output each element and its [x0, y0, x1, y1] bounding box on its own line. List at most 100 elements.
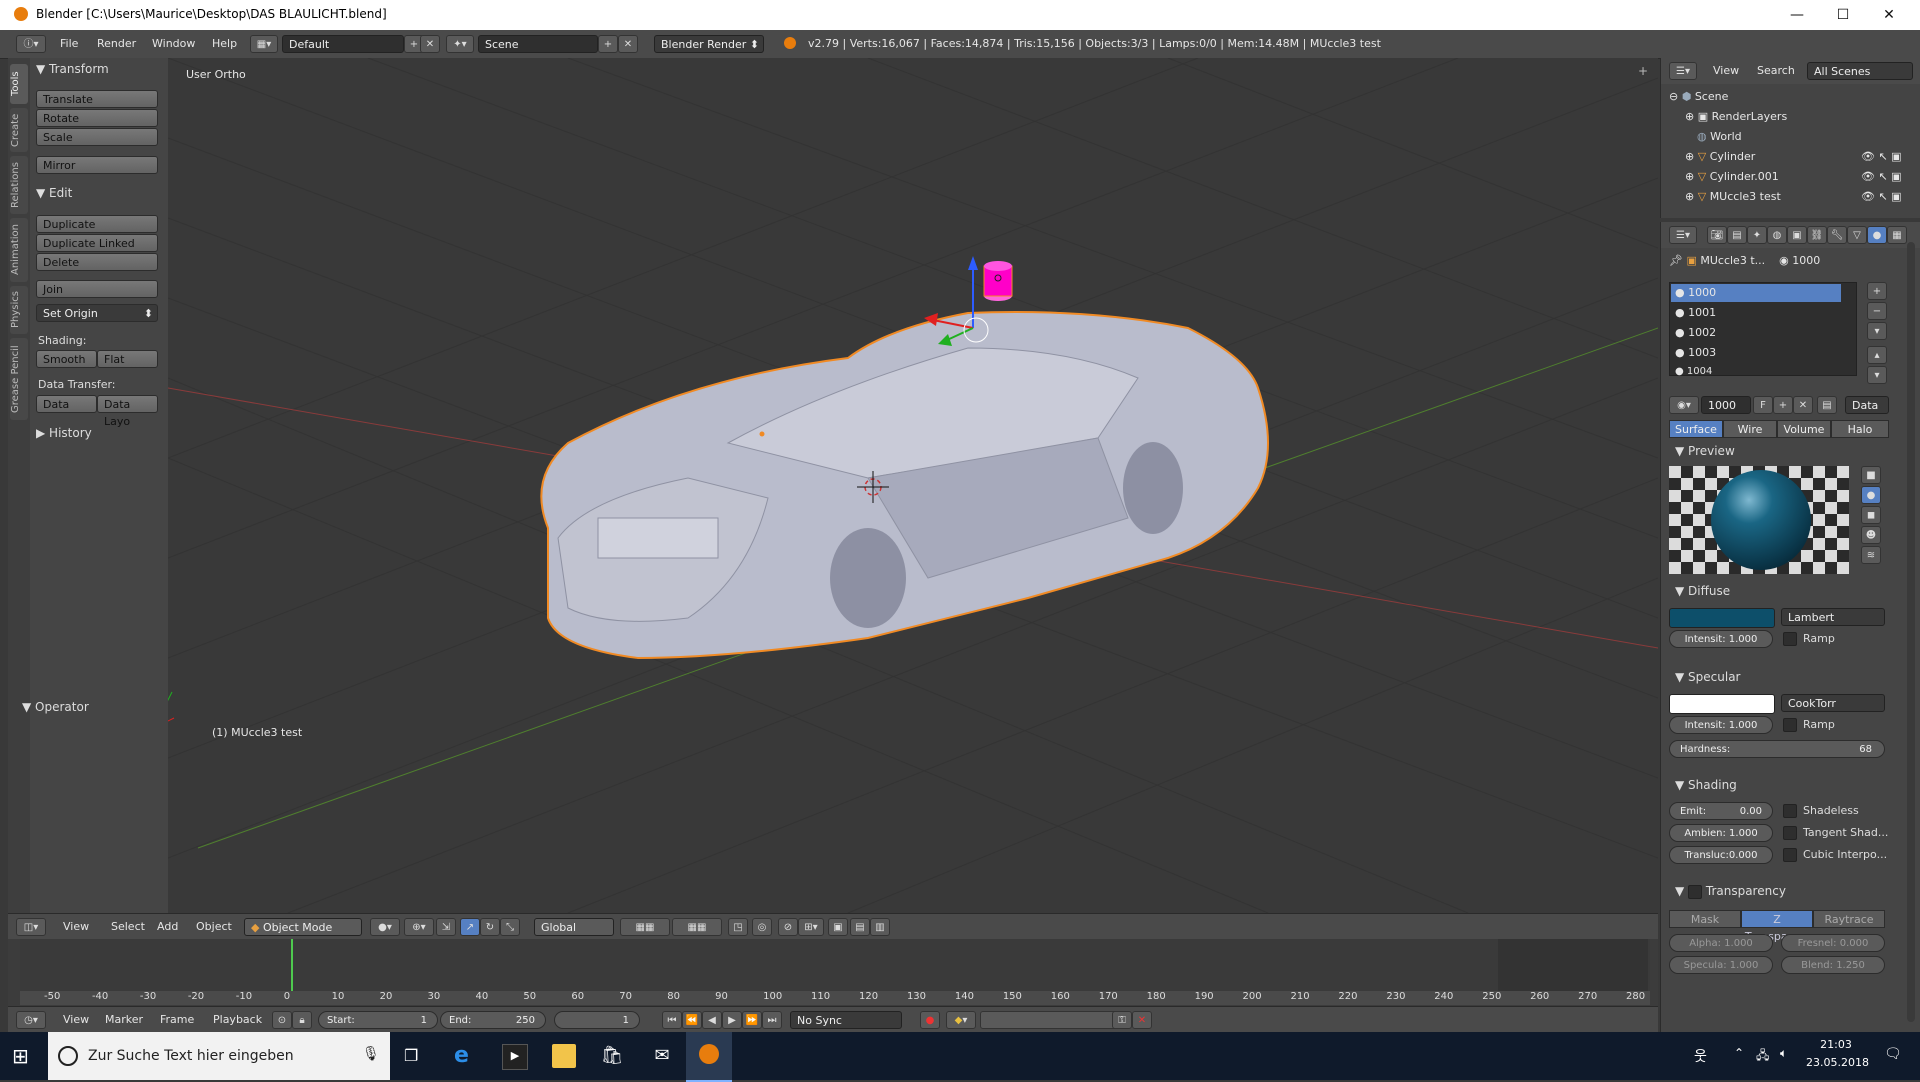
remove-scene-button[interactable]: ✕	[618, 35, 638, 53]
history-panel-header[interactable]: ▶ History	[36, 426, 92, 440]
windows-start-icon[interactable]: ⊞	[12, 1044, 36, 1068]
file-explorer-icon[interactable]	[552, 1044, 576, 1068]
use-preview-range-icon[interactable]: ⊙	[272, 1011, 292, 1029]
eye-icon[interactable]: 👁︎	[1861, 150, 1875, 163]
screen-layout-icon[interactable]: ▦▾	[250, 35, 278, 53]
edge-browser-icon[interactable]: e	[454, 1044, 478, 1068]
material-node-icon[interactable]: ▤	[1817, 396, 1837, 414]
volume-icon[interactable]: 🔈︎	[1780, 1046, 1787, 1061]
editor-type-info-icon[interactable]: ⓘ▾	[16, 35, 46, 53]
editor-type-outliner-icon[interactable]: ☰▾	[1669, 62, 1697, 80]
current-frame-field[interactable]: 1	[554, 1011, 640, 1029]
outliner-display-select[interactable]: All Scenes	[1807, 62, 1913, 80]
join-button[interactable]: Join	[36, 280, 158, 298]
end-frame-field[interactable]: End: 250	[440, 1011, 546, 1029]
material-name-field[interactable]: 1000	[1701, 396, 1751, 414]
viewport-shading-icon[interactable]: ●▾	[370, 918, 400, 936]
preview-panel-header[interactable]: ▼ Preview	[1675, 444, 1735, 458]
keying-set-field[interactable]	[980, 1011, 1130, 1029]
transparency-panel-header[interactable]: ▼ Transparency	[1675, 884, 1786, 899]
constraints-tab-icon[interactable]: ⛓	[1807, 226, 1827, 244]
menu-file[interactable]: File	[60, 37, 78, 50]
blue-light-cylinder[interactable]	[983, 261, 1013, 301]
transp-mask-button[interactable]: Mask	[1669, 910, 1741, 928]
menu-select[interactable]: Select	[111, 920, 145, 933]
data-tab-icon[interactable]: ▽	[1847, 226, 1867, 244]
preview-sphere-icon[interactable]: ●	[1861, 486, 1881, 504]
insert-keyframe-icon[interactable]: ⚿	[1112, 1011, 1132, 1029]
tab-tools[interactable]: Tools	[10, 64, 28, 104]
diffuse-ramp-checkbox[interactable]	[1783, 632, 1797, 646]
menu-render[interactable]: Render	[97, 37, 136, 50]
material-slot-1000[interactable]: ● 1000	[1675, 286, 1716, 299]
new-material-button[interactable]: +	[1773, 396, 1793, 414]
lock-time-icon[interactable]: 🔒︎	[292, 1011, 312, 1029]
specular-ramp-checkbox[interactable]	[1783, 718, 1797, 732]
eye-icon[interactable]: 👁︎	[1861, 170, 1875, 183]
media-player-icon[interactable]: ▶	[502, 1044, 528, 1070]
snap-icon[interactable]: ⊘	[778, 918, 798, 936]
transp-ztransparency-button[interactable]: Z Transpare...	[1741, 910, 1813, 943]
tab-create[interactable]: Create	[10, 108, 28, 152]
clock-time[interactable]: 21:03	[1806, 1038, 1866, 1051]
delete-button[interactable]: Delete	[36, 253, 158, 271]
visibility-icons-row[interactable]: 👁︎ ↖ ▣	[1861, 170, 1902, 183]
visibility-icons-row[interactable]: 👁︎ ↖ ▣	[1861, 150, 1902, 163]
scale-button[interactable]: Scale	[36, 128, 158, 146]
outliner-item-scene[interactable]: ⊖ ⬢ Scene	[1669, 90, 1728, 103]
tab-surface[interactable]: Surface	[1669, 420, 1723, 438]
material-slot-1002[interactable]: ● 1002	[1675, 326, 1716, 339]
editor-type-timeline-icon[interactable]: ◷▾	[16, 1011, 46, 1029]
menu-view[interactable]: View	[63, 920, 89, 933]
material-tab-icon[interactable]: ●	[1867, 226, 1887, 244]
opengl-render-icon[interactable]: ▣	[828, 918, 848, 936]
shade-flat-button[interactable]: Flat	[97, 350, 158, 368]
tab-grease-pencil[interactable]: Grease Pencil	[10, 338, 28, 420]
outliner-item-muccle3[interactable]: ⊕ ▽ MUccle3 test	[1685, 190, 1781, 203]
hardness-field[interactable]: Hardness: 68	[1669, 740, 1885, 758]
diffuse-color-swatch[interactable]	[1669, 608, 1775, 628]
jump-keyframe-back-icon[interactable]: ⏪	[682, 1011, 702, 1029]
timeline-menu-view[interactable]: View	[63, 1013, 89, 1026]
move-slot-up-button[interactable]: ▴	[1867, 346, 1887, 364]
menu-help[interactable]: Help	[212, 37, 237, 50]
timeline-menu-frame[interactable]: Frame	[160, 1013, 194, 1026]
object-tab-icon[interactable]: ▣	[1787, 226, 1807, 244]
cubic-interpolation-checkbox[interactable]	[1783, 848, 1797, 862]
outliner-item-cylinder[interactable]: ⊕ ▽ Cylinder	[1685, 150, 1755, 163]
timeline-menu-marker[interactable]: Marker	[105, 1013, 143, 1026]
outliner-item-renderlayers[interactable]: ⊕ ▣ RenderLayers	[1685, 110, 1787, 123]
transform-panel-header[interactable]: ▼ Transform	[36, 62, 109, 76]
layers-grid-icon[interactable]: ▦▦	[620, 918, 670, 936]
translate-manipulator-icon[interactable]: ↗	[460, 918, 480, 936]
data-transfer-button[interactable]: Data	[36, 395, 97, 413]
texture-tab-icon[interactable]: ▦	[1887, 226, 1907, 244]
diffuse-shader-select[interactable]: Lambert	[1781, 608, 1885, 626]
data-layout-button[interactable]: Data Layo	[97, 395, 158, 428]
3d-viewport[interactable]: User Ortho (1) MUccle3 test +	[168, 58, 1658, 913]
screen-layout-field[interactable]: Default	[282, 35, 404, 53]
timeline-area[interactable]: -50 -40 -30 -20 -10 0 10 20 30 40 50 60 70 80 90 100 110…	[8, 939, 1658, 1012]
scene-icon[interactable]: ✦▾	[446, 35, 474, 53]
manipulator-toggle-icon[interactable]: ⇲	[436, 918, 456, 936]
tab-volume[interactable]: Volume	[1777, 420, 1831, 438]
maximize-button[interactable]: ☐	[1820, 0, 1866, 30]
tab-wire[interactable]: Wire	[1723, 420, 1777, 438]
specular-shader-select[interactable]: CookTorr	[1781, 694, 1885, 712]
specular-panel-header[interactable]: ▼ Specular	[1675, 670, 1741, 684]
outliner-menu-view[interactable]: View	[1713, 64, 1739, 77]
material-slot-1001[interactable]: ● 1001	[1675, 306, 1716, 319]
operator-panel-header[interactable]: ▼ Operator	[22, 700, 89, 714]
slot-specials-button[interactable]: ▾	[1867, 322, 1887, 340]
play-reverse-icon[interactable]: ◀	[702, 1011, 722, 1029]
menu-add[interactable]: Add	[157, 920, 178, 933]
render-layers-tab-icon[interactable]: ▤	[1727, 226, 1747, 244]
jump-keyframe-forward-icon[interactable]: ⏩	[742, 1011, 762, 1029]
microphone-icon[interactable]: 🎙︎	[362, 1046, 380, 1062]
add-region-icon[interactable]: +	[1638, 64, 1648, 78]
clock-date[interactable]: 23.05.2018	[1806, 1056, 1869, 1069]
mirror-button[interactable]: Mirror	[36, 156, 158, 174]
tab-halo[interactable]: Halo	[1831, 420, 1889, 438]
play-icon[interactable]: ▶	[722, 1011, 742, 1029]
taskbar-search-box[interactable]: Zur Suche Text hier eingeben 🎙︎	[48, 1032, 390, 1080]
